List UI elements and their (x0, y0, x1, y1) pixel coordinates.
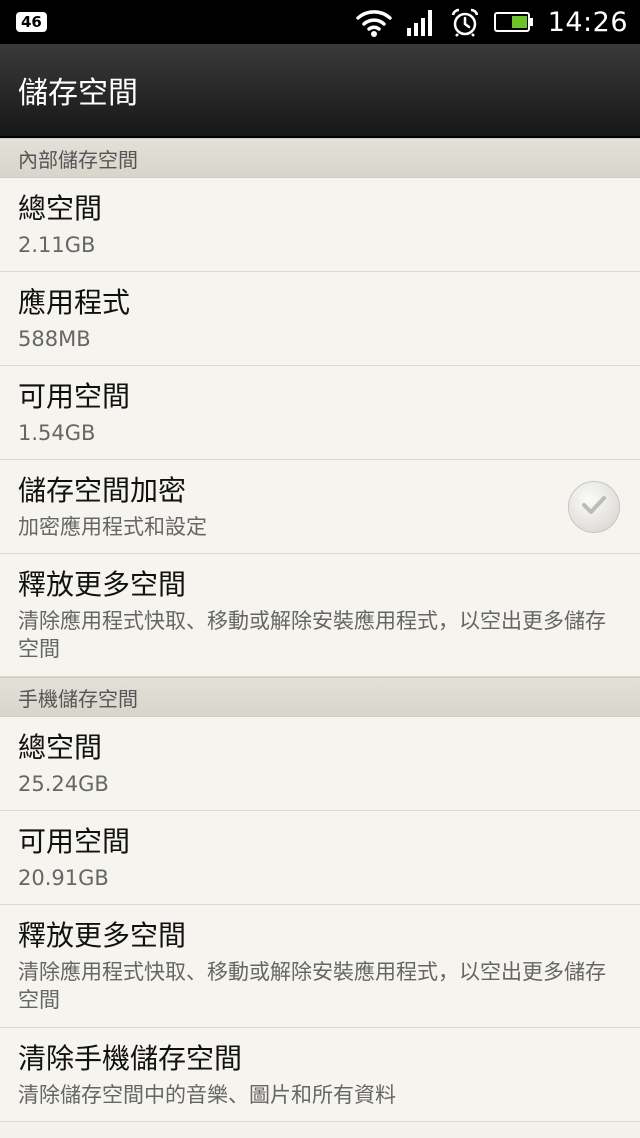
title-bar: 儲存空間 (0, 44, 640, 138)
erase-phone-storage-row[interactable]: 清除手機儲存空間 清除儲存空間中的音樂、圖片和所有資料 (0, 1028, 640, 1122)
phone-total-space-label: 總空間 (18, 730, 103, 764)
wifi-icon (355, 7, 392, 37)
section-header-phone-storage: 手機儲存空間 (0, 677, 640, 717)
alarm-icon (450, 7, 480, 37)
internal-total-space-value: 2.11GB (18, 232, 96, 257)
erase-phone-storage-description: 清除儲存空間中的音樂、圖片和所有資料 (18, 1082, 396, 1107)
phone-free-up-space-row[interactable]: 釋放更多空間 清除應用程式快取、移動或解除安裝應用程式，以空出更多儲存空間 (0, 905, 640, 1028)
storage-encryption-label: 儲存空間加密 (18, 473, 187, 507)
phone-available-space-value: 20.91GB (18, 865, 109, 890)
status-bar: 46 14:26 (0, 0, 640, 44)
signal-icon (406, 8, 436, 36)
check-icon (581, 494, 607, 520)
internal-free-up-space-label: 釋放更多空間 (18, 568, 187, 601)
network-type-badge: 46 (16, 12, 47, 32)
internal-free-up-space-description: 清除應用程式快取、移動或解除安裝應用程式，以空出更多儲存空間 (18, 609, 606, 661)
internal-available-space-label: 可用空間 (18, 379, 131, 413)
phone-free-up-space-description: 清除應用程式快取、移動或解除安裝應用程式，以空出更多儲存空間 (18, 960, 606, 1012)
page-title: 儲存空間 (18, 76, 138, 111)
internal-apps-label: 應用程式 (18, 285, 131, 319)
storage-encryption-checkbox[interactable] (568, 480, 620, 533)
internal-apps-row[interactable]: 應用程式 588MB (0, 272, 640, 366)
status-left: 46 (16, 12, 47, 32)
status-right: 14:26 (355, 6, 628, 38)
storage-encryption-row[interactable]: 儲存空間加密 加密應用程式和設定 (0, 460, 640, 554)
internal-total-space-row: 總空間 2.11GB (0, 178, 640, 272)
internal-available-space-value: 1.54GB (18, 420, 96, 445)
clock: 14:26 (547, 6, 628, 38)
phone-free-up-space-label: 釋放更多空間 (18, 919, 187, 952)
phone-total-space-row: 總空間 25.24GB (0, 717, 640, 811)
phone-available-space-label: 可用空間 (18, 824, 131, 858)
storage-encryption-description: 加密應用程式和設定 (18, 514, 207, 539)
erase-phone-storage-label: 清除手機儲存空間 (18, 1041, 243, 1075)
phone-available-space-row: 可用空間 20.91GB (0, 811, 640, 905)
internal-available-space-row: 可用空間 1.54GB (0, 366, 640, 460)
section-header-internal-storage: 內部儲存空間 (0, 138, 640, 178)
internal-apps-value: 588MB (18, 326, 91, 351)
battery-icon (493, 10, 534, 34)
internal-total-space-label: 總空間 (18, 191, 103, 225)
phone-total-space-value: 25.24GB (18, 771, 109, 796)
internal-free-up-space-row[interactable]: 釋放更多空間 清除應用程式快取、移動或解除安裝應用程式，以空出更多儲存空間 (0, 554, 640, 677)
